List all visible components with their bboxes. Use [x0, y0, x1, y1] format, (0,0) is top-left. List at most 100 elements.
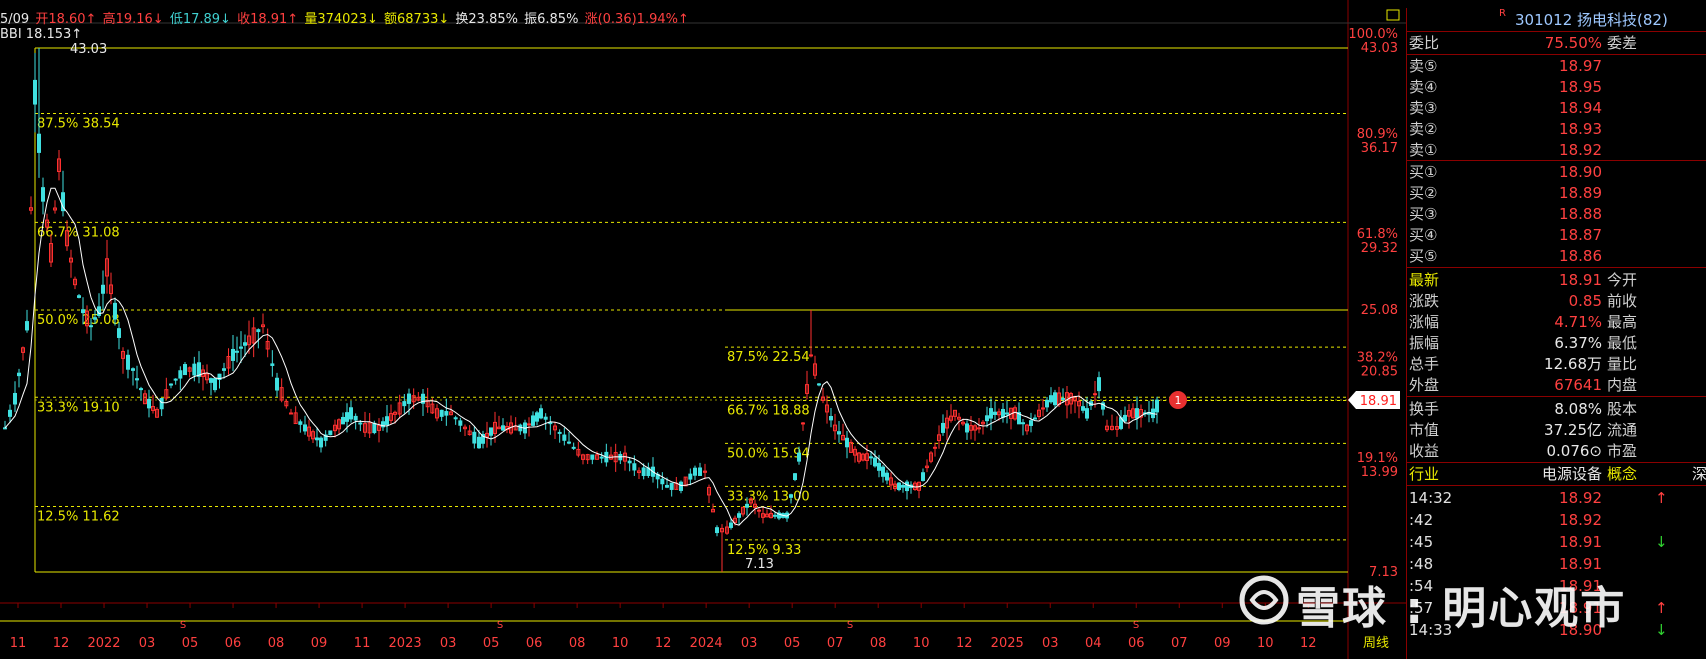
- tick-price: 18.92: [1559, 511, 1602, 529]
- quote-row: 最新 18.91 今开: [1407, 269, 1706, 291]
- fib-top-label: 43.03: [70, 42, 107, 57]
- candle-body: [139, 388, 143, 391]
- candle-body: [985, 415, 989, 422]
- x-axis-label: 08: [870, 636, 887, 651]
- candle-body: [1029, 420, 1033, 426]
- candle-body: [270, 363, 275, 366]
- candle-body: [131, 368, 135, 371]
- axis-pct-label: 80.9%: [1357, 127, 1398, 142]
- candle-body: [41, 187, 45, 202]
- x-axis-label: 12: [956, 636, 973, 651]
- x-axis-label: 12: [655, 636, 672, 651]
- candle-body: [256, 329, 261, 333]
- candle-body: [93, 317, 97, 320]
- tick-arrow: ↓: [1655, 533, 1668, 551]
- candle-body: [881, 466, 885, 477]
- candle-body: [147, 398, 151, 409]
- candle-body: [349, 407, 353, 420]
- x-axis-label: 04: [1085, 636, 1102, 651]
- fundamental-label2: 市盈: [1607, 442, 1638, 460]
- x-axis-label: 2022: [87, 636, 120, 651]
- x-axis-label: 07: [1171, 636, 1188, 651]
- candle-body: [1045, 399, 1049, 408]
- x-axis-label: 12: [1300, 636, 1317, 651]
- signal-marker: S: [847, 620, 853, 631]
- candle-body: [729, 522, 733, 528]
- quote-label: 外盘: [1409, 376, 1440, 394]
- candle-body: [921, 472, 925, 481]
- candle-body: [101, 284, 105, 294]
- x-axis-label: 05: [784, 636, 801, 651]
- ask-price: 18.93: [1559, 120, 1602, 138]
- candle-body: [715, 527, 719, 534]
- bid-label: 买①: [1409, 163, 1438, 181]
- candle-body: [1155, 399, 1159, 413]
- candle-body: [358, 422, 363, 425]
- x-axis-label: 11: [354, 636, 371, 651]
- candle-body: [213, 378, 217, 391]
- fib-right-level-label: 87.5% 22.54: [727, 350, 810, 365]
- ratio-value: 75.50%: [1544, 34, 1602, 52]
- candle-body: [209, 378, 213, 383]
- x-axis-label: 07: [827, 636, 844, 651]
- x-axis-label: 03: [139, 636, 156, 651]
- candle-body: [539, 408, 543, 419]
- bid-label: 买②: [1409, 184, 1438, 202]
- candle-body: [632, 463, 637, 471]
- candle-body: [402, 401, 407, 407]
- candle-body: [557, 431, 562, 434]
- candle-body: [993, 411, 997, 415]
- ask-price: 18.94: [1559, 99, 1602, 117]
- high-price: 高19.16↓: [102, 12, 164, 27]
- candle-body: [178, 370, 183, 379]
- candle-body: [590, 454, 595, 460]
- candle-body: [25, 321, 29, 331]
- kline-chart[interactable]: 43.037.1387.5% 38.5466.7% 31.0850.0% 25.…: [0, 0, 1406, 659]
- candle-body: [1097, 377, 1101, 392]
- x-axis-label: 03: [440, 636, 457, 651]
- fib-left-level-label: 50.0% 25.08: [37, 313, 120, 328]
- candle-body: [599, 456, 604, 459]
- candle-body: [901, 484, 905, 488]
- axis-pct-label: 19.1%: [1357, 451, 1398, 466]
- candle-body: [1005, 412, 1009, 415]
- candle-body: [303, 424, 307, 432]
- ratio-label: 委比: [1409, 34, 1440, 52]
- bid-row: 买③ 18.88: [1407, 203, 1706, 225]
- candle-body: [385, 416, 389, 426]
- period-label: 周线: [1363, 636, 1389, 651]
- candle-body: [319, 437, 323, 448]
- fundamental-label2: 流通: [1607, 421, 1638, 439]
- candle-body: [789, 494, 793, 498]
- turnover: 换23.85%: [455, 12, 518, 27]
- ask-label: 卖④: [1409, 78, 1438, 96]
- x-axis-label: 09: [311, 636, 328, 651]
- fib-left-level-label: 33.3% 19.10: [37, 400, 120, 415]
- candle-body: [845, 437, 849, 448]
- candle-body: [933, 446, 937, 449]
- candle-body: [501, 425, 505, 431]
- industry-value: 电源设备: [1541, 465, 1602, 483]
- candle-body: [453, 417, 458, 420]
- candle-body: [235, 350, 239, 353]
- candle-body: [1123, 414, 1127, 422]
- candle-body: [192, 363, 197, 376]
- candle-body: [1135, 408, 1139, 419]
- fib-bottom-label: 7.13: [745, 557, 774, 572]
- bbi-line: [4, 187, 1158, 526]
- candle-body: [693, 467, 697, 476]
- ask-row: 卖① 18.92: [1407, 139, 1706, 161]
- ask-price: 18.92: [1559, 141, 1602, 159]
- candle-body: [745, 503, 749, 508]
- ask-row: 卖⑤ 18.97: [1407, 55, 1706, 77]
- candle-body: [665, 484, 669, 488]
- close-price: 收18.91↑: [237, 12, 299, 27]
- candle-body: [1053, 392, 1057, 406]
- quote-row: 外盘 67641 内盘: [1407, 374, 1706, 396]
- diff-label: 委差: [1607, 34, 1638, 52]
- axis-price-label: 13.99: [1361, 465, 1398, 480]
- fib-left-level-label: 87.5% 38.54: [37, 117, 120, 132]
- stock-name: 301012 扬电科技(82): [1515, 11, 1668, 29]
- tick-time: :45: [1409, 533, 1434, 551]
- fundamental-label: 收益: [1409, 442, 1440, 460]
